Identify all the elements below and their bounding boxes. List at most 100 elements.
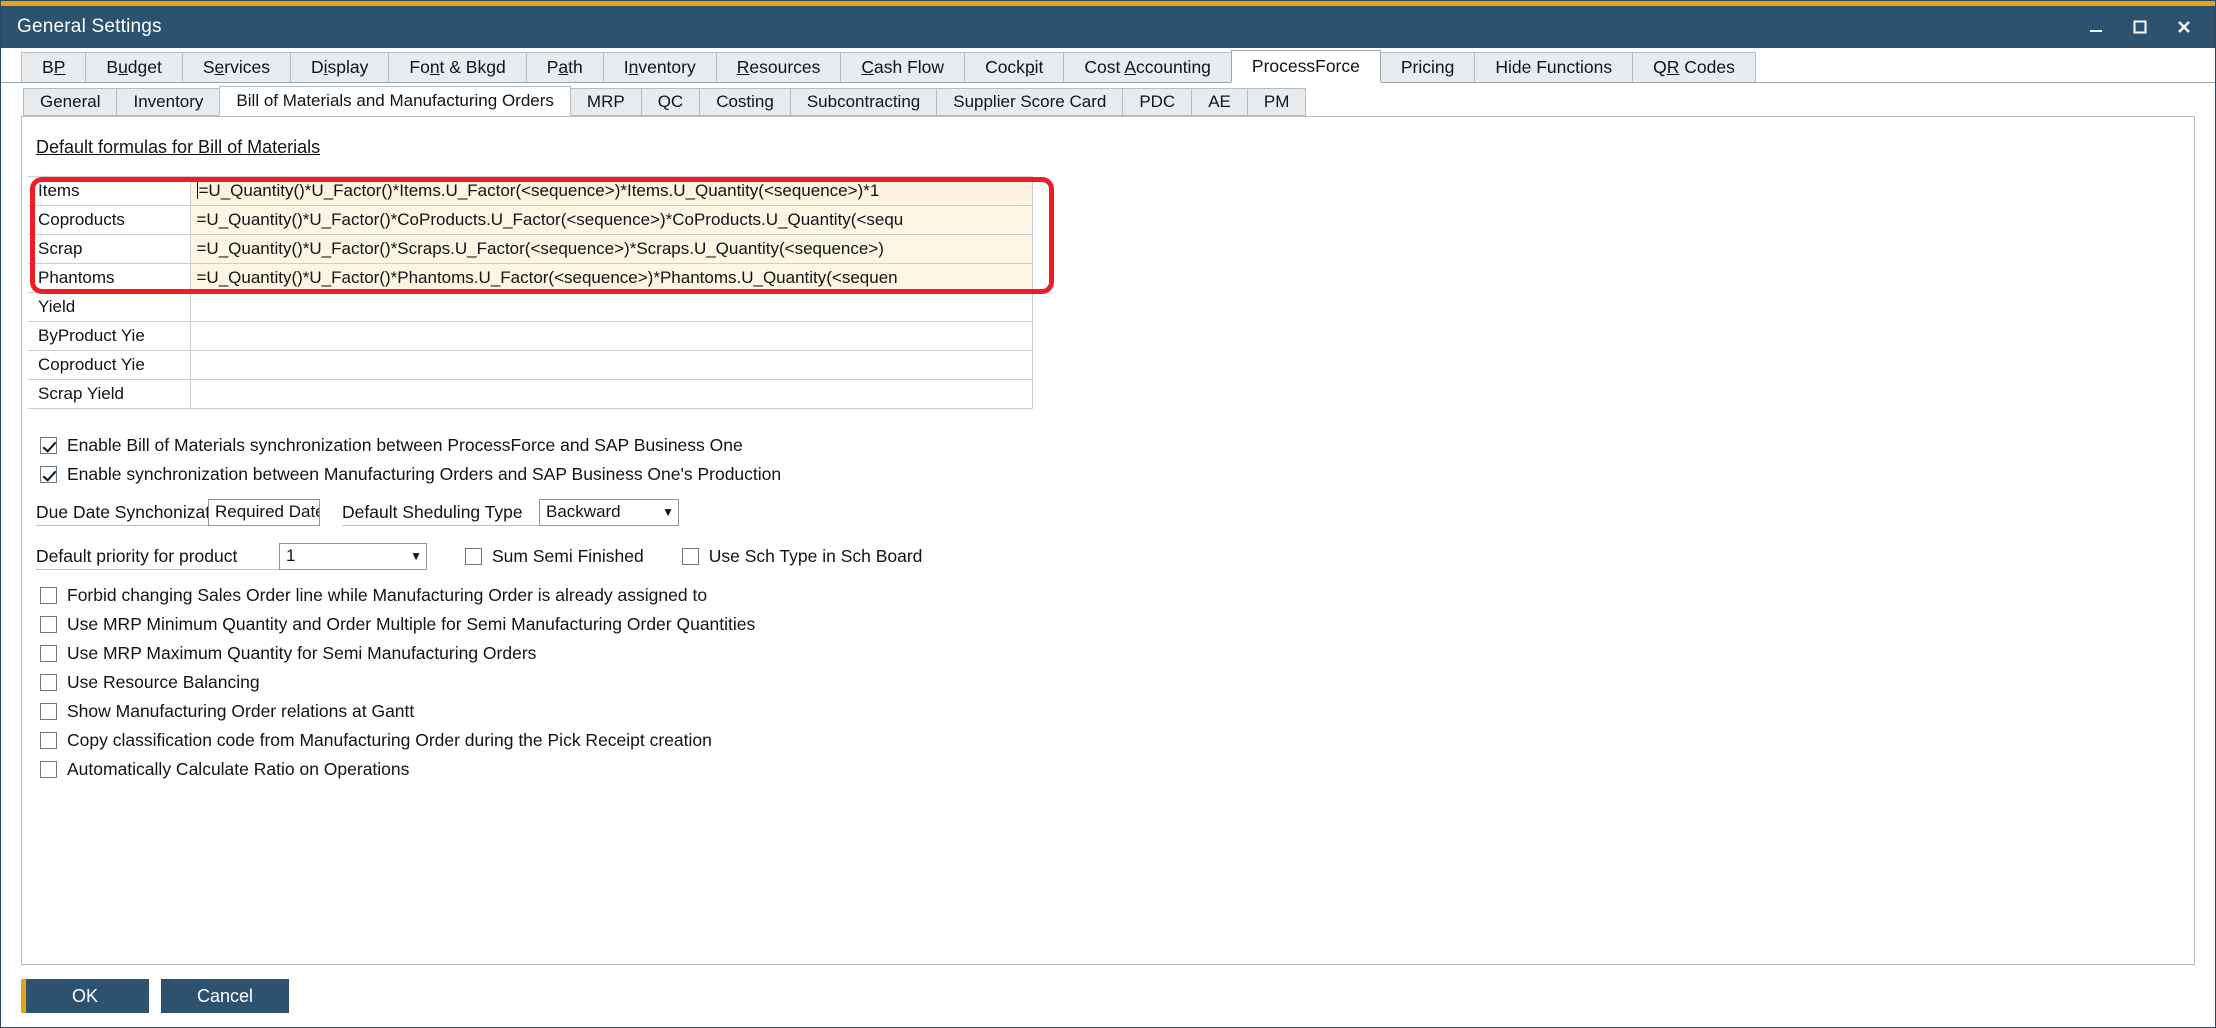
default-priority-dropdown[interactable]: 1 ▼ <box>279 543 427 570</box>
use-sch-type-in-sch-board-row[interactable]: Use Sch Type in Sch Board <box>682 542 923 571</box>
subtab-label: QC <box>658 92 684 112</box>
dialog-footer: OK Cancel <box>1 965 2215 1027</box>
due-date-sync-row: Due Date Synchonization T Required Date … <box>36 497 2194 527</box>
tab-pricing[interactable]: Pricing <box>1380 52 1476 82</box>
use-sch-type-in-sch-board-label: Use Sch Type in Sch Board <box>709 546 923 567</box>
tab-font-bkgd[interactable]: Font & Bkgd <box>388 52 526 82</box>
tab-cost-accounting[interactable]: Cost Accounting <box>1063 52 1232 82</box>
manufacturing-option-label: Use Resource Balancing <box>67 672 260 693</box>
window-titlebar: General Settings <box>1 6 2215 48</box>
default-priority-row: Default priority for product 1 ▼ Sum Sem… <box>36 541 2194 571</box>
tab-services[interactable]: Services <box>182 52 291 82</box>
formula-input[interactable] <box>190 351 1033 380</box>
subtab-label: Supplier Score Card <box>953 92 1106 112</box>
tab-label: Budget <box>106 57 161 78</box>
formula-input[interactable] <box>190 293 1033 322</box>
formula-input[interactable]: =U_Quantity()*U_Factor()*CoProducts.U_Fa… <box>190 206 1033 235</box>
manufacturing-option-label: Automatically Calculate Ratio on Operati… <box>67 759 409 780</box>
tab-inventory[interactable]: Inventory <box>603 52 717 82</box>
tab-display[interactable]: Display <box>290 52 389 82</box>
subtab-subcontracting[interactable]: Subcontracting <box>790 88 937 116</box>
manufacturing-option-label: Use MRP Minimum Quantity and Order Multi… <box>67 614 755 635</box>
primary-tabstrip: BP Budget ServicesDisplayFont & BkgdPathIn… <box>1 48 2215 83</box>
subtab-costing[interactable]: Costing <box>699 88 791 116</box>
formula-label: Coproducts <box>28 206 190 235</box>
tab-cash-flow[interactable]: Cash Flow <box>840 52 965 82</box>
tab-path[interactable]: Path <box>526 52 604 82</box>
formula-input[interactable]: =U_Quantity()*U_Factor()*Items.U_Factor(… <box>190 177 1033 206</box>
subtab-pdc[interactable]: PDC <box>1122 88 1192 116</box>
formula-row: ByProduct Yie <box>28 322 1033 351</box>
maximize-button[interactable] <box>2119 6 2161 48</box>
due-date-sync-dropdown[interactable]: Required Date ▼ <box>208 499 320 526</box>
formula-value: =U_Quantity()*U_Factor()*Phantoms.U_Fact… <box>197 268 898 287</box>
manufacturing-option-checkbox[interactable] <box>40 645 57 662</box>
manufacturing-option-checkbox[interactable] <box>40 587 57 604</box>
subtab-supplier-score-card[interactable]: Supplier Score Card <box>936 88 1123 116</box>
secondary-tabstrip: GeneralInventoryBill of Materials and Ma… <box>1 84 2215 116</box>
manufacturing-option-row[interactable]: Use Resource Balancing <box>40 668 2194 697</box>
sync-option-checkbox[interactable] <box>40 437 57 454</box>
tab-budget[interactable]: Budget <box>85 52 182 82</box>
formula-label: Scrap <box>28 235 190 264</box>
subtab-inventory[interactable]: Inventory <box>116 88 220 116</box>
close-button[interactable] <box>2163 6 2205 48</box>
subtab-qc[interactable]: QC <box>641 88 701 116</box>
subtab-pm[interactable]: PM <box>1247 88 1307 116</box>
tab-resources[interactable]: Resources <box>716 52 842 82</box>
formula-label: Items <box>28 177 190 206</box>
tab-hide-functions[interactable]: Hide Functions <box>1474 52 1633 82</box>
tab-label: Cockpit <box>985 57 1043 78</box>
formula-value: =U_Quantity()*U_Factor()*CoProducts.U_Fa… <box>197 210 904 229</box>
sync-option-label: Enable Bill of Materials synchronization… <box>67 435 743 456</box>
formula-row: Items=U_Quantity()*U_Factor()*Items.U_Fa… <box>28 177 1033 206</box>
tab-label: Cash Flow <box>861 57 944 78</box>
manufacturing-option-row[interactable]: Show Manufacturing Order relations at Ga… <box>40 697 2194 726</box>
tab-cockpit[interactable]: Cockpit <box>964 52 1064 82</box>
tab-label: Hide Functions <box>1495 57 1612 78</box>
formula-label: Yield <box>28 293 190 322</box>
sync-option-checkbox[interactable] <box>40 466 57 483</box>
tab-processforce[interactable]: ProcessForce <box>1231 50 1381 82</box>
subtab-ae[interactable]: AE <box>1191 88 1248 116</box>
cancel-button[interactable]: Cancel <box>161 979 289 1013</box>
tab-qr-codes[interactable]: QR Codes <box>1632 52 1756 82</box>
formula-input[interactable]: =U_Quantity()*U_Factor()*Scraps.U_Factor… <box>190 235 1033 264</box>
sum-semi-finished-label: Sum Semi Finished <box>492 546 644 567</box>
sync-option-label: Enable synchronization between Manufactu… <box>67 464 781 485</box>
manufacturing-option-checkbox[interactable] <box>40 616 57 633</box>
manufacturing-option-label: Copy classification code from Manufactur… <box>67 730 712 751</box>
manufacturing-option-row[interactable]: Use MRP Maximum Quantity for Semi Manufa… <box>40 639 2194 668</box>
subtab-mrp[interactable]: MRP <box>570 88 642 116</box>
formula-row: Coproducts =U_Quantity()*U_Factor()*CoPro… <box>28 206 1033 235</box>
default-scheduling-type-dropdown[interactable]: Backward ▼ <box>539 499 679 526</box>
manufacturing-option-checkbox[interactable] <box>40 761 57 778</box>
sync-option-row[interactable]: Enable synchronization between Manufactu… <box>40 460 2194 489</box>
manufacturing-option-row[interactable]: Automatically Calculate Ratio on Operati… <box>40 755 2194 784</box>
sync-option-row[interactable]: Enable Bill of Materials synchronization… <box>40 431 2194 460</box>
formula-input[interactable] <box>190 380 1033 409</box>
formula-row: Coproduct Yie <box>28 351 1033 380</box>
manufacturing-option-checkbox[interactable] <box>40 703 57 720</box>
tab-bp[interactable]: BP <box>21 52 86 82</box>
window-title: General Settings <box>17 16 162 38</box>
ok-button[interactable]: OK <box>21 979 149 1013</box>
use-sch-type-in-sch-board-checkbox[interactable] <box>682 548 699 565</box>
sum-semi-finished-row[interactable]: Sum Semi Finished <box>465 542 644 571</box>
sum-semi-finished-checkbox[interactable] <box>465 548 482 565</box>
subtab-general[interactable]: General <box>23 88 117 116</box>
formula-input[interactable] <box>190 322 1033 351</box>
subtab-bill-of-materials-and-manufacturing-orders[interactable]: Bill of Materials and Manufacturing Orde… <box>219 86 570 116</box>
manufacturing-option-checkbox[interactable] <box>40 674 57 691</box>
manufacturing-option-checkbox[interactable] <box>40 732 57 749</box>
settings-content-panel: Default formulas for Bill of Materials I… <box>21 116 2195 965</box>
manufacturing-option-row[interactable]: Copy classification code from Manufactur… <box>40 726 2194 755</box>
manufacturing-option-row[interactable]: Forbid changing Sales Order line while M… <box>40 581 2194 610</box>
tab-label: QR Codes <box>1653 57 1735 78</box>
formula-label: Phantoms <box>28 264 190 293</box>
minimize-button[interactable] <box>2075 6 2117 48</box>
formula-input[interactable]: =U_Quantity()*U_Factor()*Phantoms.U_Fact… <box>190 264 1033 293</box>
window-controls <box>2075 6 2205 48</box>
manufacturing-option-row[interactable]: Use MRP Minimum Quantity and Order Multi… <box>40 610 2194 639</box>
tab-label: Pricing <box>1401 57 1455 78</box>
